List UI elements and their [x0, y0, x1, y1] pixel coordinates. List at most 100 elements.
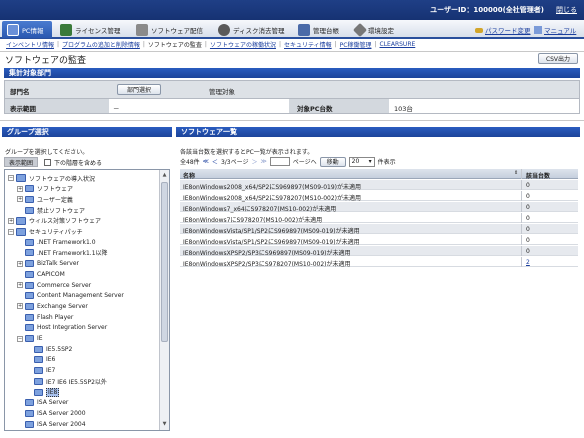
csv-export-button[interactable]: CSV出力	[538, 53, 578, 64]
menu-software-delivery[interactable]: ソフトウェア配信	[131, 21, 208, 38]
tree-node[interactable]: ISA Server 2000	[17, 408, 86, 418]
collapse-icon[interactable]: −	[8, 175, 14, 181]
tree-node[interactable]: IE7	[26, 366, 55, 376]
menu-settings[interactable]: 環境設定	[350, 21, 399, 38]
tree-node[interactable]: + ウィルス対策ソフトウェア	[8, 216, 101, 226]
menu-pc-info[interactable]: PC情報	[2, 21, 52, 38]
tree-node[interactable]: IE7 IE6 IE5.5SP2以外	[26, 376, 107, 386]
table-row: IE8onWindows2008_x64/SP2にS978207(MS10-00…	[180, 191, 578, 202]
expand-icon[interactable]: +	[8, 217, 14, 224]
tree-node-label[interactable]: ISA Server	[37, 399, 68, 406]
tree-node[interactable]: + Exchange Server	[17, 301, 88, 311]
tree-node[interactable]: 禁止ソフトウェア	[17, 205, 85, 215]
sort-icon[interactable]: ⇕	[514, 170, 518, 176]
tree-node-label[interactable]: .NET Framework1.1以降	[37, 248, 108, 257]
expand-icon[interactable]: +	[17, 260, 23, 267]
tree-node-label[interactable]: 禁止ソフトウェア	[37, 206, 85, 215]
tree-node[interactable]: − ソフトウェアの導入状況	[8, 173, 95, 183]
tree-node[interactable]: .NET Framework1.0	[17, 237, 96, 247]
tree-node-label[interactable]: Exchange Server	[37, 303, 88, 310]
col-name-header[interactable]: 名称	[183, 171, 195, 180]
tree-node[interactable]: CAPICOM	[17, 269, 65, 279]
folder-icon	[25, 185, 34, 193]
tree-node-label[interactable]: Flash Player	[37, 314, 73, 321]
expand-icon[interactable]: +	[17, 282, 23, 288]
expand-icon[interactable]: +	[17, 196, 23, 203]
menu-disk-erase[interactable]: ディスク消去管理	[213, 21, 290, 38]
folder-icon	[25, 260, 34, 268]
folder-icon	[25, 249, 34, 257]
collapse-icon[interactable]: −	[8, 228, 14, 235]
tree-node[interactable]: + ソフトウェア	[17, 184, 73, 194]
tree-node[interactable]: Flash Player	[17, 312, 73, 322]
tree-node[interactable]: IE5.5SP2	[26, 344, 72, 354]
folder-icon	[25, 335, 34, 342]
tree-node[interactable]: .NET Framework1.1以降	[17, 248, 108, 258]
folder-icon	[25, 206, 34, 214]
tree-node[interactable]: Content Management Server	[17, 291, 124, 301]
tree-node[interactable]: + ユーザー定義	[17, 194, 73, 204]
submenu-inventory[interactable]: インベントリ情報	[6, 40, 54, 49]
tree-node-label[interactable]: Commerce Server	[37, 282, 91, 289]
tree-node-label[interactable]: ISA Server 2004	[37, 421, 86, 428]
tree-node-label[interactable]: ISA Server 2000	[37, 410, 86, 417]
menu-ledger[interactable]: 管理台帳	[293, 21, 344, 38]
tree-node-label[interactable]: IE6	[46, 356, 55, 363]
divider	[0, 120, 584, 121]
tree-node[interactable]: ISA Server 2004	[17, 419, 86, 429]
close-link[interactable]: 閉じる	[556, 5, 577, 15]
tree-node-label[interactable]: Host Integration Server	[37, 324, 107, 331]
tree-node[interactable]: IE8	[26, 387, 60, 397]
expand-icon[interactable]: +	[17, 303, 23, 310]
tree-node-label[interactable]: ソフトウェアの導入状況	[29, 174, 95, 183]
tree-node[interactable]: ISA Server	[17, 398, 68, 408]
last-page-link[interactable]: ≫	[261, 158, 267, 165]
prev-page-link[interactable]: ＜	[212, 157, 218, 166]
manual-link[interactable]: マニュアル	[534, 25, 576, 35]
tree-node[interactable]: + BizTalk Server	[17, 259, 79, 269]
tree-node-label[interactable]: ユーザー定義	[37, 195, 73, 204]
scroll-down-icon[interactable]: ▼	[161, 420, 168, 428]
tree-node-label[interactable]: ウィルス対策ソフトウェア	[29, 216, 101, 225]
tree-node-label[interactable]: IE7 IE6 IE5.5SP2以外	[46, 377, 107, 386]
col-count-header[interactable]: 該当台数	[526, 171, 550, 180]
count-link[interactable]: 2	[526, 259, 530, 266]
page-number-input[interactable]	[269, 157, 290, 166]
per-page-select[interactable]: 20 ▾	[348, 156, 375, 167]
tree-node[interactable]: − セキュリティパッチ	[8, 227, 83, 237]
scroll-thumb[interactable]	[161, 182, 168, 342]
tree-node[interactable]: + Commerce Server	[17, 280, 91, 290]
tree-node-label[interactable]: BizTalk Server	[37, 260, 79, 267]
expand-icon[interactable]: +	[17, 185, 23, 192]
tree-node-label[interactable]: IE5.5SP2	[46, 346, 72, 353]
tree-node-label[interactable]: CAPICOM	[37, 271, 65, 278]
collapse-icon[interactable]: −	[17, 335, 23, 342]
tree-node-label[interactable]: IE	[37, 335, 43, 342]
submenu-separator: |	[278, 41, 281, 48]
dept-select-button[interactable]: 部門選択	[117, 84, 161, 95]
tree-node-label[interactable]: ソフトウェア	[37, 184, 73, 193]
next-page-link[interactable]: ＞	[251, 157, 257, 166]
submenu-software-audit[interactable]: ソフトウェアの監査	[148, 40, 202, 49]
tree-node-label[interactable]: .NET Framework1.0	[37, 239, 96, 246]
menu-license[interactable]: ライセンス管理	[55, 21, 125, 38]
tree-node[interactable]: Host Integration Server	[17, 323, 107, 333]
include-lower-checkbox[interactable]	[44, 158, 52, 166]
tree-node[interactable]: IE6	[26, 355, 55, 365]
tree-node-label[interactable]: IE8	[46, 387, 60, 397]
tree-node-label[interactable]: IE7	[46, 367, 55, 374]
tree-scrollbar[interactable]: ▲ ▼	[159, 170, 169, 430]
pc-count-value: 103台	[394, 105, 413, 113]
submenu-clearsure[interactable]: CLEARSURE	[380, 41, 416, 48]
password-change-link[interactable]: パスワード変更	[475, 25, 531, 35]
move-button[interactable]: 移動	[319, 156, 346, 167]
scroll-up-icon[interactable]: ▲	[161, 171, 168, 179]
submenu-security[interactable]: セキュリティ情報	[284, 40, 332, 49]
submenu-pc-operation[interactable]: PC稼働管理	[340, 40, 372, 49]
tree-node[interactable]: − IE	[17, 334, 43, 344]
tree-node-label[interactable]: セキュリティパッチ	[29, 227, 83, 236]
first-page-link[interactable]: ≪	[203, 158, 209, 165]
submenu-programs[interactable]: プログラムの追加と削除情報	[62, 40, 140, 49]
submenu-software-status[interactable]: ソフトウェアの稼働状況	[210, 40, 276, 49]
tree-node-label[interactable]: Content Management Server	[37, 292, 124, 299]
